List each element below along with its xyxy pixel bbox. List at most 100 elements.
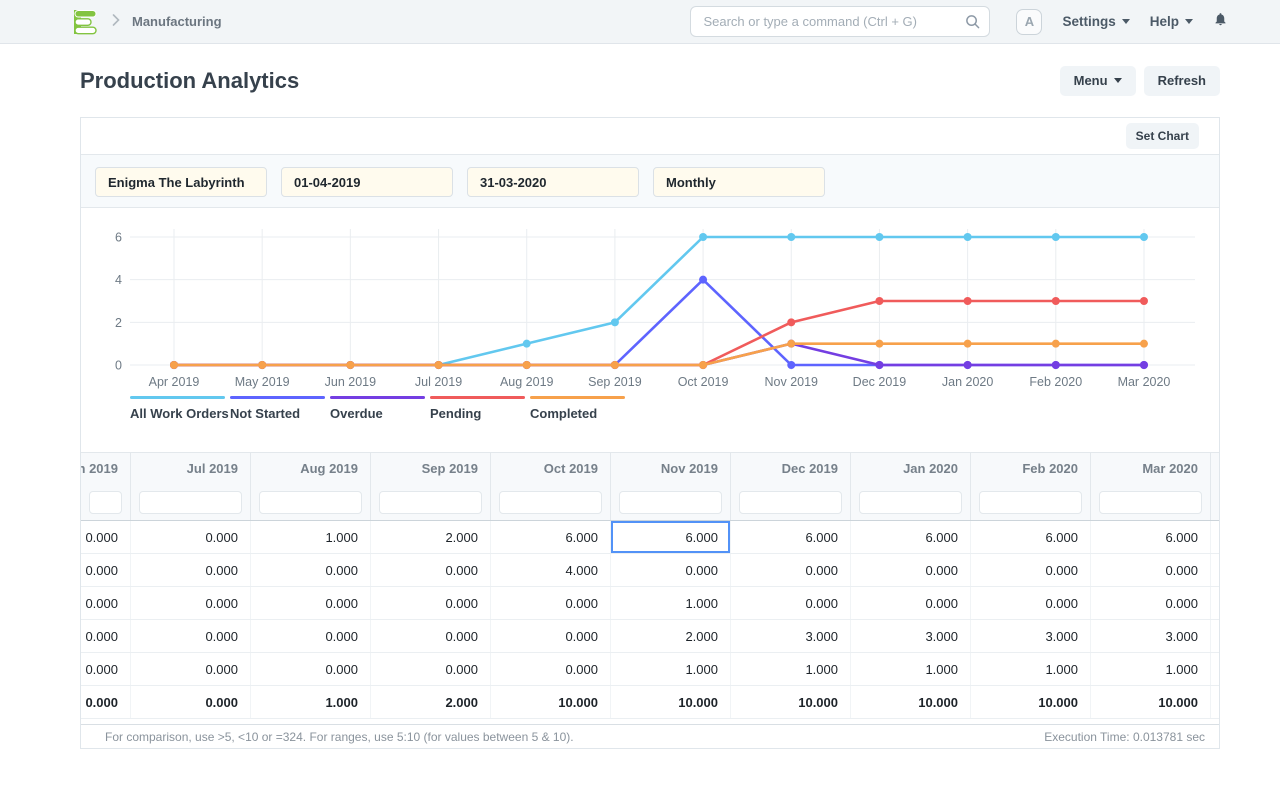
table-cell[interactable]: 6.000 — [851, 521, 971, 553]
legend-color-bar — [530, 396, 625, 399]
set-chart-button[interactable]: Set Chart — [1126, 123, 1199, 149]
table-cell[interactable]: 0.000 — [731, 587, 851, 619]
column-header[interactable]: Nov 2019 — [611, 453, 731, 484]
table-cell[interactable]: 10.000 — [491, 686, 611, 718]
table-cell[interactable]: 0.000 — [81, 686, 131, 718]
table-cell[interactable]: 6.000 — [1091, 521, 1211, 553]
table-cell[interactable]: 10.000 — [851, 686, 971, 718]
table-cell[interactable]: 1.000 — [851, 653, 971, 685]
table-cell[interactable]: 0.000 — [851, 554, 971, 586]
table-cell[interactable]: 0.000 — [251, 554, 371, 586]
datatable: Jun 2019Jul 2019Aug 2019Sep 2019Oct 2019… — [81, 452, 1219, 748]
column-filter-input[interactable] — [859, 491, 962, 514]
table-cell[interactable]: 1.000 — [611, 587, 731, 619]
table-cell[interactable]: 0.000 — [491, 587, 611, 619]
table-cell[interactable]: 1.000 — [611, 653, 731, 685]
column-filter-input[interactable] — [499, 491, 602, 514]
table-cell[interactable]: 0.000 — [491, 653, 611, 685]
column-filter-input[interactable] — [979, 491, 1082, 514]
table-cell[interactable]: 1.000 — [971, 653, 1091, 685]
table-cell[interactable]: 3.000 — [1091, 620, 1211, 652]
table-cell[interactable]: 0.000 — [131, 686, 251, 718]
table-cell[interactable]: 0.000 — [611, 554, 731, 586]
table-cell[interactable]: 0.000 — [1091, 587, 1211, 619]
table-cell[interactable]: 0.000 — [251, 587, 371, 619]
table-cell[interactable]: 0.000 — [1091, 554, 1211, 586]
table-cell[interactable]: 0.000 — [371, 620, 491, 652]
table-cell[interactable]: 1.000 — [1091, 653, 1211, 685]
table-cell[interactable]: 6.000 — [611, 521, 731, 553]
table-cell[interactable]: 0.000 — [81, 587, 131, 619]
table-cell[interactable]: 0.000 — [971, 587, 1091, 619]
refresh-button[interactable]: Refresh — [1144, 66, 1220, 96]
table-cell[interactable]: 0.000 — [371, 653, 491, 685]
table-cell[interactable]: 0.000 — [81, 620, 131, 652]
column-header[interactable]: Sep 2019 — [371, 453, 491, 484]
table-row: 0.0000.0000.0000.0004.0000.0000.0000.000… — [81, 554, 1219, 587]
filter-from-date-input[interactable] — [281, 167, 453, 197]
table-cell[interactable]: 0.000 — [731, 554, 851, 586]
table-cell[interactable]: 0.000 — [131, 620, 251, 652]
table-cell[interactable]: 0.000 — [131, 653, 251, 685]
table-cell[interactable]: 0.000 — [371, 554, 491, 586]
table-cell[interactable]: 10.000 — [611, 686, 731, 718]
column-filter-input[interactable] — [139, 491, 242, 514]
table-cell[interactable]: 10.000 — [731, 686, 851, 718]
table-cell[interactable]: 0.000 — [251, 653, 371, 685]
table-cell[interactable]: 6.000 — [971, 521, 1091, 553]
table-cell[interactable]: 0.000 — [81, 521, 131, 553]
column-filter-input[interactable] — [619, 491, 722, 514]
table-cell[interactable]: 0.000 — [131, 521, 251, 553]
table-cell[interactable]: 0.000 — [131, 554, 251, 586]
table-cell[interactable]: 3.000 — [971, 620, 1091, 652]
table-cell[interactable]: 3.000 — [731, 620, 851, 652]
table-cell[interactable]: 0.000 — [371, 587, 491, 619]
column-header[interactable]: Aug 2019 — [251, 453, 371, 484]
breadcrumb[interactable]: Manufacturing — [132, 14, 222, 29]
table-cell[interactable]: 10.000 — [971, 686, 1091, 718]
filter-item-input[interactable] — [95, 167, 267, 197]
column-header[interactable]: Oct 2019 — [491, 453, 611, 484]
table-cell[interactable]: 6.000 — [491, 521, 611, 553]
column-header[interactable]: Jul 2019 — [131, 453, 251, 484]
table-cell[interactable]: 10.000 — [1091, 686, 1211, 718]
avatar[interactable]: A — [1016, 9, 1042, 35]
table-cell[interactable]: 0.000 — [81, 653, 131, 685]
table-cell[interactable]: 2.000 — [371, 521, 491, 553]
column-filter-input[interactable] — [379, 491, 482, 514]
column-filter-input[interactable] — [739, 491, 842, 514]
table-cell[interactable]: 0.000 — [491, 620, 611, 652]
table-cell[interactable]: 0.000 — [251, 620, 371, 652]
search-icon[interactable] — [965, 14, 980, 34]
filter-to-date-input[interactable] — [467, 167, 639, 197]
table-cell[interactable]: 0.000 — [131, 587, 251, 619]
column-header[interactable]: Dec 2019 — [731, 453, 851, 484]
table-row: 0.0000.0000.0000.0000.0002.0003.0003.000… — [81, 620, 1219, 653]
column-header[interactable]: Jun 2019 — [81, 453, 131, 484]
svg-text:May 2019: May 2019 — [235, 375, 290, 389]
erpnext-logo-icon[interactable] — [70, 7, 100, 37]
table-cell[interactable]: 0.000 — [81, 554, 131, 586]
column-header[interactable]: Feb 2020 — [971, 453, 1091, 484]
table-cell[interactable]: 1.000 — [731, 653, 851, 685]
table-cell[interactable]: 4.000 — [491, 554, 611, 586]
table-cell[interactable]: 0.000 — [971, 554, 1091, 586]
notifications-bell-icon[interactable] — [1213, 11, 1228, 32]
menu-button[interactable]: Menu — [1060, 66, 1136, 96]
settings-menu[interactable]: Settings — [1062, 14, 1129, 29]
column-filter-input[interactable] — [89, 491, 122, 514]
table-cell[interactable]: 3.000 — [851, 620, 971, 652]
table-cell[interactable]: 6.000 — [731, 521, 851, 553]
filter-range-select[interactable] — [653, 167, 825, 197]
table-cell[interactable]: 2.000 — [611, 620, 731, 652]
table-cell[interactable]: 1.000 — [251, 521, 371, 553]
search-input[interactable] — [690, 6, 990, 37]
table-cell[interactable]: 1.000 — [251, 686, 371, 718]
column-filter-input[interactable] — [259, 491, 362, 514]
column-filter-input[interactable] — [1099, 491, 1202, 514]
table-cell[interactable]: 0.000 — [851, 587, 971, 619]
column-header[interactable]: Jan 2020 — [851, 453, 971, 484]
column-header[interactable]: Mar 2020 — [1091, 453, 1211, 484]
help-menu[interactable]: Help — [1150, 14, 1193, 29]
table-cell[interactable]: 2.000 — [371, 686, 491, 718]
